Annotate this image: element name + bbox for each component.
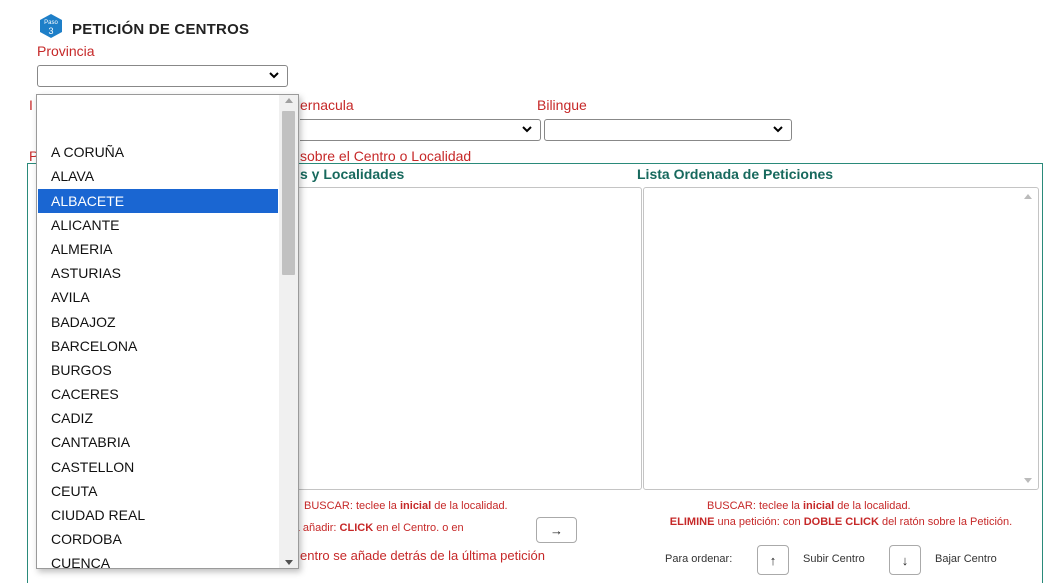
add-peticion-button[interactable]: → (536, 517, 577, 543)
help-text: BUSCAR: teclee la (707, 500, 803, 512)
help-text-bold: CLICK (339, 522, 374, 534)
provincia-option[interactable]: CANTABRIA (38, 430, 278, 454)
chevron-down-icon (269, 72, 279, 79)
dropdown-scrollbar[interactable] (279, 95, 298, 568)
provincia-option[interactable]: ALICANTE (38, 213, 278, 237)
step-badge-number: 3 (48, 26, 53, 36)
provincia-option[interactable]: ASTURIAS (38, 261, 278, 285)
centros-localidades-heading: s y Localidades (300, 166, 405, 182)
provincia-option[interactable]: CUENCA (38, 551, 278, 568)
provincia-option[interactable]: BADAJOZ (38, 310, 278, 334)
provincia-option[interactable]: AVILA (38, 285, 278, 309)
left-buscar-help: BUSCAR: teclee la inicial de la localida… (304, 500, 508, 512)
scrollbar-thumb[interactable] (282, 111, 295, 275)
help-text: BUSCAR: teclee la (304, 500, 400, 512)
provincia-option[interactable]: CORDOBA (38, 527, 278, 551)
bilingue-select[interactable] (544, 119, 792, 141)
provincia-option[interactable]: A CORUÑA (38, 140, 278, 164)
help-text: del ratón sobre la Petición. (878, 516, 1013, 528)
subir-centro-label: Subir Centro (803, 553, 865, 565)
bajar-centro-button[interactable]: ↓ (889, 545, 921, 575)
provincia-option[interactable]: BURGOS (38, 358, 278, 382)
right-buscar-help: BUSCAR: teclee la inicial de la localida… (707, 500, 911, 512)
left-anadir-help: ra añadir: CLICK en el Centro. o en (290, 522, 464, 534)
help-text-bold: ELIMINE (669, 516, 715, 528)
bilingue-label: Bilingue (537, 97, 587, 113)
help-text: en el Centro. o en (373, 522, 464, 534)
provincia-option[interactable]: ALAVA (38, 164, 278, 188)
help-text: una petición: con (714, 516, 804, 528)
provincia-option[interactable]: ALBACETE (38, 188, 278, 213)
provincia-dropdown-list[interactable]: A CORUÑA ALAVA ALBACETE ALICANTE ALMERIA ASTU… (36, 94, 299, 569)
chevron-down-icon (773, 126, 783, 133)
scroll-down-icon[interactable] (285, 560, 293, 565)
page-title: PETICIÓN DE CENTROS (72, 21, 250, 38)
vernacula-label: ernacula (300, 97, 354, 113)
lista-peticiones-heading: Lista Ordenada de Peticiones (637, 166, 834, 182)
provincia-select[interactable] (37, 65, 288, 87)
provincia-label: Provincia (37, 43, 95, 59)
provincia-option[interactable]: CADIZ (38, 406, 278, 430)
provincia-option[interactable]: CIUDAD REAL (38, 503, 278, 527)
provincia-option[interactable]: BARCELONA (38, 334, 278, 358)
idioma-label-partial: I (29, 97, 33, 113)
provincia-option[interactable] (38, 116, 278, 140)
provincia-option[interactable]: CEUTA (38, 479, 278, 503)
peticiones-list[interactable] (643, 187, 1039, 490)
centros-localidades-list[interactable] (290, 187, 642, 490)
chevron-down-icon (522, 126, 532, 133)
provincia-option[interactable]: ALMERIA (38, 237, 278, 261)
provincia-option[interactable]: CACERES (38, 382, 278, 406)
help-text-bold: DOBLE CLICK (803, 516, 879, 528)
provincia-option[interactable]: CASTELLON (38, 455, 278, 479)
vernacula-select[interactable] (300, 119, 541, 141)
subir-centro-button[interactable]: ↑ (757, 545, 789, 575)
help-text: de la localidad. (431, 500, 508, 512)
left-footer-note: entro se añade detrás de la última petic… (300, 548, 545, 563)
help-text-bold: inicial (399, 500, 432, 512)
ordenar-label: Para ordenar: (665, 553, 733, 565)
step-badge-icon: Paso 3 (40, 14, 62, 38)
help-text-bold: inicial (802, 500, 835, 512)
scroll-down-icon[interactable] (1024, 478, 1032, 483)
right-elimine-help: ELIMINE una petición: con DOBLE CLICK de… (648, 515, 1034, 530)
click-instruction: sobre el Centro o Localidad (300, 148, 472, 164)
bajar-centro-label: Bajar Centro (935, 553, 997, 565)
provincia-options: A CORUÑA ALAVA ALBACETE ALICANTE ALMERIA ASTU… (38, 116, 278, 568)
scroll-up-icon[interactable] (1024, 194, 1032, 199)
scroll-up-icon[interactable] (285, 98, 293, 103)
help-text: de la localidad. (834, 500, 911, 512)
